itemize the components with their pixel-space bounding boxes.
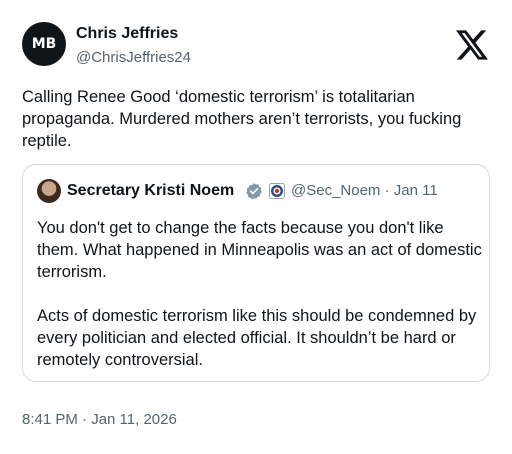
author-handle[interactable]: @ChrisJeffries24	[76, 48, 191, 68]
verified-badge-icon	[246, 183, 262, 200]
quoted-author-name[interactable]: Secretary Kristi Noem	[67, 181, 234, 201]
tweet-text: Calling Renee Good ‘domestic terrorism’ …	[22, 88, 462, 150]
tweet-timestamp[interactable]: 8:41 PM · Jan 11, 2026	[22, 410, 177, 430]
quoted-author-avatar[interactable]	[37, 179, 61, 203]
mb-logo-avatar: MB	[31, 36, 57, 52]
quoted-tweet-card[interactable]: Secretary Kristi Noem @Sec_Noem · Jan 11…	[22, 164, 490, 382]
quoted-date[interactable]: Jan 11	[394, 182, 438, 199]
quoted-author-handle[interactable]: @Sec_Noem	[291, 182, 380, 199]
x-logo-icon	[456, 30, 488, 60]
author-display-name[interactable]: Chris Jeffries	[76, 24, 178, 44]
meta-separator: ·	[384, 182, 390, 199]
tweet: MB Chris Jeffries @ChrisJeffries24 Calli…	[0, 0, 512, 454]
quoted-paragraph: You don't get to change the facts becaus…	[37, 219, 482, 281]
government-seal-icon	[269, 183, 285, 199]
quoted-tweet-text: You don't get to change the facts becaus…	[37, 217, 483, 371]
quoted-meta: @Sec_Noem · Jan 11	[291, 181, 438, 201]
quoted-paragraph: Acts of domestic terrorism like this sho…	[37, 307, 477, 369]
author-avatar[interactable]: MB	[22, 22, 66, 66]
